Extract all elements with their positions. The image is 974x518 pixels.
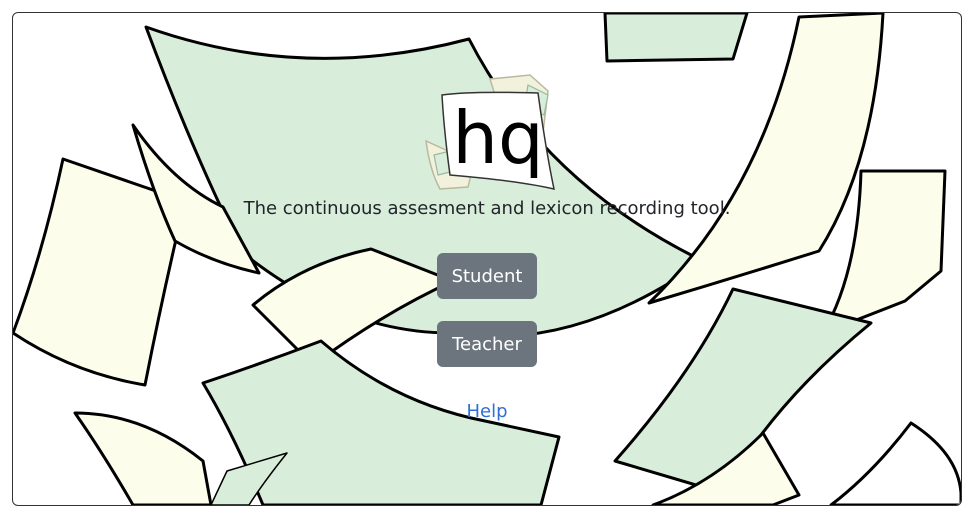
help-link[interactable]: Help (13, 401, 961, 422)
paper-sheet (603, 13, 749, 63)
hq-logo-icon: hq (425, 74, 555, 191)
app-frame: hq The continuous assesment and lexicon … (12, 12, 962, 506)
paper-sheet (829, 421, 961, 505)
logo-text: hq (452, 96, 543, 180)
student-button[interactable]: Student (437, 253, 537, 299)
paper-sheet (73, 411, 213, 505)
teacher-button[interactable]: Teacher (437, 321, 537, 367)
tagline: The continuous assesment and lexicon rec… (243, 198, 731, 219)
